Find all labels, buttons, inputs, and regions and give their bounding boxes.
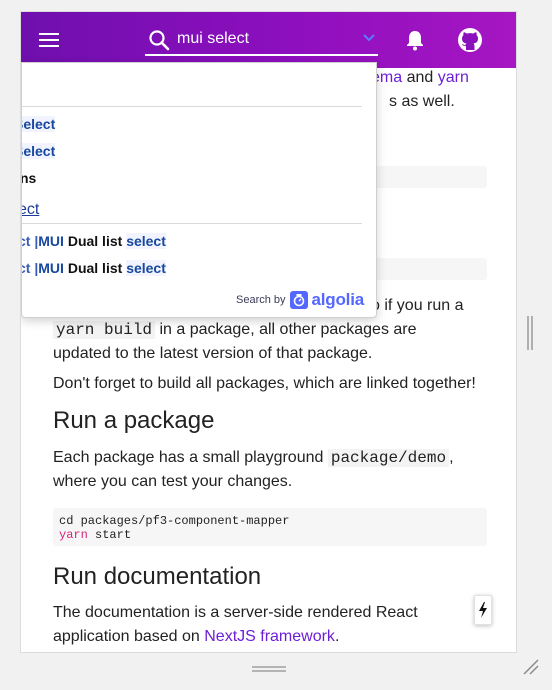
code-line-2-rest: start (87, 528, 132, 542)
result-item[interactable]: Select (22, 113, 56, 135)
nextjs-link[interactable]: NextJS framework (204, 628, 335, 645)
result-item[interactable]: Select (22, 140, 56, 162)
playground-comma: , (449, 449, 454, 466)
lightning-icon (479, 602, 487, 618)
search-by-label: Search by (236, 294, 286, 306)
search-input[interactable] (177, 28, 357, 50)
menu-button[interactable] (33, 24, 65, 56)
algolia-logo-icon (289, 291, 308, 309)
result-item[interactable]: ns (22, 167, 36, 189)
build-para-rest: in a package, all other packages are (159, 321, 417, 338)
app-bar (21, 12, 516, 68)
intro-link-yarn[interactable]: yarn (438, 69, 469, 86)
code-keyword-yarn: yarn (59, 528, 88, 542)
bell-icon (407, 31, 423, 51)
build-para-prefix: o if you run a (371, 297, 464, 314)
github-button[interactable] (455, 25, 485, 55)
playground-para-line2: where you can test your changes. (53, 473, 293, 490)
playground-para-line1: Each package has a small playground pack… (53, 446, 493, 470)
heading-run-docs: Run documentation (53, 563, 262, 590)
yarn-build-code: yarn build (53, 321, 156, 339)
search-box[interactable] (145, 22, 378, 56)
github-icon (458, 28, 482, 52)
code-block-run-package: cd packages/pf3-component-mapper yarn st… (53, 508, 487, 546)
search-icon (147, 28, 171, 52)
algolia-wordmark: algolia (311, 290, 365, 309)
result-item[interactable]: ct |MUI Dual list select (22, 257, 166, 279)
menu-icon (39, 33, 59, 47)
dont-forget-para: Don't forget to build all packages, whic… (53, 375, 476, 392)
result-item[interactable]: ect (22, 199, 39, 221)
build-para-line3: updated to the latest version of that pa… (53, 345, 373, 362)
package-demo-code: package/demo (327, 449, 450, 467)
docs-para-line1: The documentation is a server-side rende… (53, 604, 418, 621)
app-window: ema and yarn s as well. o if you run a y… (20, 11, 517, 653)
result-item[interactable]: ct |MUI Dual list select (22, 230, 166, 252)
docs-period: . (334, 628, 340, 645)
code-line-1: cd packages/pf3-component-mapper (59, 514, 290, 528)
notifications-button[interactable] (401, 26, 429, 54)
heading-run-package: Run a package (53, 407, 215, 434)
intro-and: and (406, 69, 434, 86)
intro-fragment: ema and yarn (371, 66, 501, 90)
resize-grip-icon[interactable] (520, 656, 540, 676)
horizontal-resize-handle[interactable] (252, 661, 286, 672)
chevron-down-icon[interactable] (361, 30, 377, 46)
docs-para-prefix: application based on (53, 628, 200, 645)
build-para-line2: yarn build in a package, all other packa… (53, 318, 493, 342)
docs-para-line2: application based on NextJS framework. (53, 625, 493, 649)
playground-prefix: Each package has a small playground (53, 449, 324, 466)
results-divider (22, 106, 362, 107)
code-line-2: yarn start (59, 528, 481, 542)
vertical-resize-handle[interactable] (526, 316, 534, 350)
algolia-attribution[interactable]: Search by algolia (236, 290, 364, 310)
intro-end: s as well. (389, 93, 455, 110)
flash-button[interactable] (474, 595, 492, 625)
search-results-dropdown: Select Select ns ect ct |MUI Dual list s… (21, 62, 377, 318)
results-divider (22, 223, 362, 224)
